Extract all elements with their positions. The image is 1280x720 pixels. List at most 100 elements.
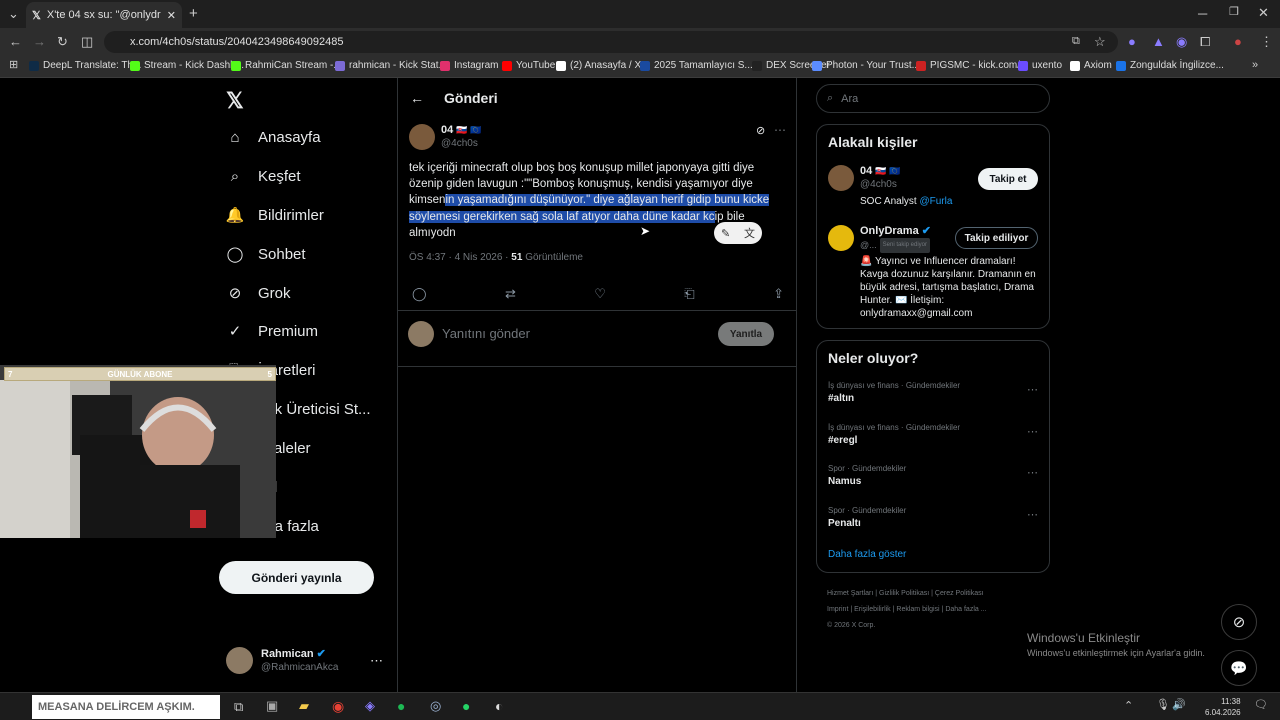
whatsapp-icon[interactable]: ●	[462, 698, 470, 714]
trend-more-icon[interactable]: ⋯	[1027, 508, 1038, 521]
profile-avatar-icon[interactable]: ●	[1234, 35, 1242, 48]
nav-item[interactable]: ✓ Premium	[226, 322, 318, 341]
bookmark-star-icon[interactable]: ☆	[1094, 35, 1106, 48]
person-avatar[interactable]	[828, 165, 854, 191]
magic-wand-icon[interactable]: ✎	[721, 227, 730, 240]
footer-link[interactable]: Reklam bilgisi	[896, 606, 939, 613]
following-button[interactable]: Takip ediliyor	[955, 227, 1038, 249]
messages-fab-icon[interactable]: 💬	[1221, 650, 1257, 686]
author-name[interactable]: 04	[441, 124, 453, 136]
bookmark-item[interactable]: Stream - Kick Dashb...	[130, 60, 244, 71]
close-window-icon[interactable]: ✕	[1258, 6, 1269, 19]
clock[interactable]: 11:38 6.04.2026	[1205, 696, 1241, 718]
trend-more-icon[interactable]: ⋯	[1027, 383, 1038, 396]
trend-item[interactable]: İş dünyası ve finans · Gündemdekiler #ere…	[828, 423, 1038, 446]
person-name[interactable]: 04	[860, 165, 872, 177]
like-icon[interactable]: ♡	[594, 286, 606, 302]
footer-link[interactable]: Imprint	[827, 606, 848, 613]
follow-button[interactable]: Takip et	[978, 168, 1038, 190]
mic-icon[interactable]: 🎙	[1156, 698, 1170, 711]
app-icon[interactable]: ▣	[266, 698, 278, 714]
bookmark-item[interactable]: Photon - Your Trust...	[812, 60, 920, 71]
bookmark-item[interactable]: Zonguldak İngilizce...	[1116, 60, 1224, 71]
person-name[interactable]: OnlyDrama	[860, 225, 919, 237]
new-tab-icon[interactable]: +	[189, 6, 198, 21]
nav-item[interactable]: ⊘ Grok	[226, 284, 291, 303]
nav-item[interactable]: 🔔 Bildirimler	[226, 206, 324, 225]
extension-3-icon[interactable]: ◉	[1176, 35, 1187, 48]
x-logo-icon[interactable]: 𝕏	[226, 88, 244, 114]
show-more-link[interactable]: Daha fazla göster	[828, 549, 906, 560]
bookmark-item[interactable]: (2) Anasayfa / X	[556, 60, 641, 71]
more-bookmarks-icon[interactable]: »	[1252, 60, 1258, 71]
footer-link[interactable]: Hizmet Şartları	[827, 590, 873, 597]
chrome-icon[interactable]: ◉	[332, 698, 344, 715]
post-author[interactable]: 04 🇸🇰 🇪🇺 @4ch0s	[409, 124, 481, 150]
nav-item[interactable]: ◯ Sohbet	[226, 245, 306, 264]
extension-1-icon[interactable]: ●	[1128, 35, 1136, 48]
bookmark-item[interactable]: Axiom	[1070, 60, 1112, 71]
bookmark-item[interactable]: Instagram	[440, 60, 498, 71]
nav-item[interactable]: ⌕ Keşfet	[226, 167, 301, 185]
bookmark-item[interactable]: YouTube	[502, 60, 555, 71]
browser-tab[interactable]: 𝕏 X'te 04 sx su: "@onlydramaX te ✕	[26, 2, 182, 28]
bookmark-item[interactable]: 2025 Tamamlayıcı S...	[640, 60, 753, 71]
reply-icon[interactable]: ◯	[412, 286, 427, 302]
bookmark-item[interactable]: DeepL Translate: Th...	[29, 60, 141, 71]
bookmark-item[interactable]: rahmican - Kick Stat...	[335, 60, 447, 71]
trend-item[interactable]: Spor · Gündemdekiler Namus ⋯	[828, 464, 1038, 487]
author-avatar[interactable]	[409, 124, 435, 150]
discord-icon[interactable]: ◈	[365, 698, 375, 714]
forward-icon[interactable]: →	[33, 35, 46, 48]
onlydrama-avatar[interactable]	[828, 225, 854, 251]
related-person[interactable]: 04 🇸🇰 🇪🇺 @4ch0s SOC Analyst @Furla Takip…	[828, 165, 1038, 209]
bookmark-item[interactable]: uxento	[1018, 60, 1062, 71]
tab-search-icon[interactable]: ⌄	[8, 7, 19, 20]
post-button[interactable]: Gönderi yayınla	[219, 561, 374, 594]
search-input[interactable]: ⌕ Ara	[816, 84, 1050, 113]
trend-more-icon[interactable]: ⋯	[1027, 466, 1038, 479]
spotify-icon[interactable]: ●	[397, 698, 405, 714]
person-handle[interactable]: @4ch0s	[860, 178, 952, 191]
repost-icon[interactable]: ⇄	[505, 286, 516, 302]
extensions-puzzle-icon[interactable]: ⧠	[1200, 35, 1210, 48]
trend-item[interactable]: İş dünyası ve finans · Gündemdekiler #alt…	[828, 381, 1038, 404]
bookmark-item[interactable]: PIGSMC - kick.com/...	[916, 60, 1028, 71]
obs-icon[interactable]: ◐	[495, 698, 503, 714]
reply-button[interactable]: Yanıtla	[718, 322, 774, 346]
bookmark-item[interactable]: RahmiCan Stream -...	[231, 60, 342, 71]
apps-grid-icon[interactable]: ⊞	[9, 60, 18, 71]
account-switcher[interactable]: Rahmican ✔ @RahmicanAkca ⋯	[226, 647, 383, 674]
volume-icon[interactable]: 🔊	[1172, 698, 1186, 711]
person-handle[interactable]: @...	[860, 239, 877, 252]
post-timestamp[interactable]: ÖS 4:37 · 4 Nis 2026 ·	[409, 252, 509, 263]
reply-input[interactable]: Yanıtını gönder	[442, 326, 530, 341]
share-icon[interactable]: ⇪	[773, 286, 784, 302]
author-handle[interactable]: @4ch0s	[441, 137, 481, 150]
url-input[interactable]: x.com/4ch0s/status/2040423498649092485	[104, 31, 1118, 53]
extension-2-icon[interactable]: ▲	[1152, 35, 1165, 48]
install-app-icon[interactable]: ⧉	[1072, 36, 1080, 47]
bookmark-icon[interactable]: ⎗	[684, 286, 694, 302]
footer-link[interactable]: Çerez Politikası	[935, 590, 984, 597]
side-panel-icon[interactable]: ◫	[81, 35, 93, 48]
translate-icon[interactable]: 文	[744, 225, 755, 241]
bio-link[interactable]: @Furla	[919, 196, 952, 207]
trend-item[interactable]: Spor · Gündemdekiler Penaltı ⋯	[828, 506, 1038, 529]
maximize-icon[interactable]: ❐	[1229, 7, 1239, 18]
tray-chevron-icon[interactable]: ⌃	[1124, 699, 1133, 712]
post-more-icon[interactable]: ⋯	[774, 123, 786, 137]
footer-link[interactable]: Erişilebilirlik	[854, 606, 891, 613]
file-explorer-icon[interactable]: ▰	[299, 698, 309, 714]
minimize-icon[interactable]: ─	[1198, 7, 1207, 20]
close-tab-icon[interactable]: ✕	[167, 9, 176, 22]
footer-link[interactable]: Gizlilik Politikası	[879, 590, 929, 597]
notifications-icon[interactable]: 🗨	[1254, 698, 1268, 711]
footer-link[interactable]: Daha fazla ...	[945, 606, 986, 613]
account-more-icon[interactable]: ⋯	[370, 653, 383, 669]
menu-icon[interactable]: ⋮	[1260, 35, 1273, 48]
task-view-icon[interactable]: ⧉	[234, 699, 243, 715]
back-icon[interactable]: ←	[9, 35, 22, 48]
trend-more-icon[interactable]: ⋯	[1027, 425, 1038, 438]
grok-icon[interactable]: ⊘	[756, 124, 765, 137]
